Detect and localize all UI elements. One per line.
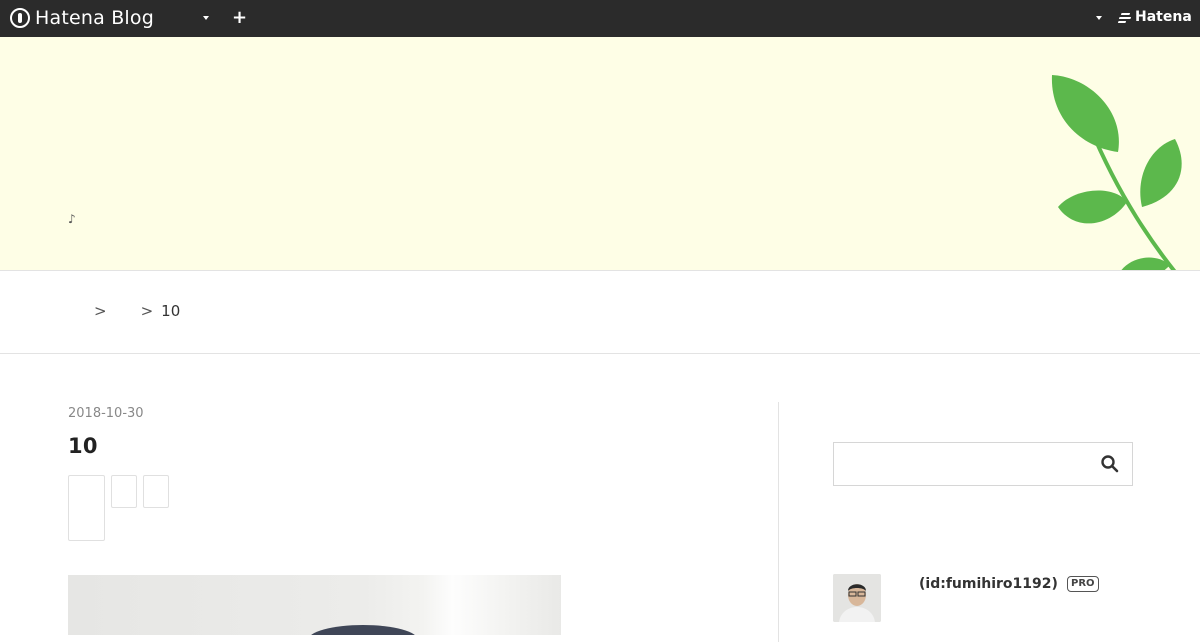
section-divider: [0, 353, 1200, 354]
logo-text: Hatena Blog: [35, 7, 154, 29]
search-input[interactable]: [834, 443, 1094, 485]
entry-title[interactable]: 10: [68, 434, 98, 458]
hatena-blog-logo[interactable]: Hatena Blog: [10, 7, 154, 29]
share-button[interactable]: [111, 475, 137, 508]
hatena-brand-icon: [1117, 12, 1132, 23]
breadcrumb-separator: >: [140, 302, 154, 320]
share-button[interactable]: [143, 475, 169, 508]
avatar[interactable]: [833, 574, 881, 622]
pro-badge: PRO: [1067, 576, 1099, 592]
hatena-brand-link[interactable]: Hatena: [1117, 9, 1192, 25]
hatena-brand-text: Hatena: [1135, 9, 1192, 25]
breadcrumb-current: 10: [161, 302, 181, 320]
avatar-icon: [833, 574, 881, 622]
share-button[interactable]: [68, 475, 105, 541]
blog-header: ♪: [0, 37, 1200, 271]
entry-image-object: [308, 625, 418, 635]
hatena-blog-logo-icon: [10, 8, 30, 28]
leaf-decoration-icon: [1051, 75, 1182, 270]
search-icon[interactable]: [1098, 453, 1122, 475]
entry-date[interactable]: 2018-10-30: [68, 406, 144, 421]
sidebar-divider: [778, 402, 779, 642]
blog-description: ♪: [68, 212, 76, 226]
search-form: [833, 442, 1133, 486]
chevron-down-icon[interactable]: [203, 16, 209, 20]
profile-id[interactable]: (id:fumihiro1192): [919, 576, 1058, 592]
global-header-bar: Hatena Blog + Hatena: [0, 0, 1200, 37]
breadcrumb: > > 10: [68, 300, 180, 322]
user-menu-chevron-down-icon[interactable]: [1096, 16, 1102, 20]
entry-image: [68, 575, 561, 635]
add-post-button[interactable]: +: [232, 7, 247, 29]
breadcrumb-separator: >: [94, 302, 107, 320]
